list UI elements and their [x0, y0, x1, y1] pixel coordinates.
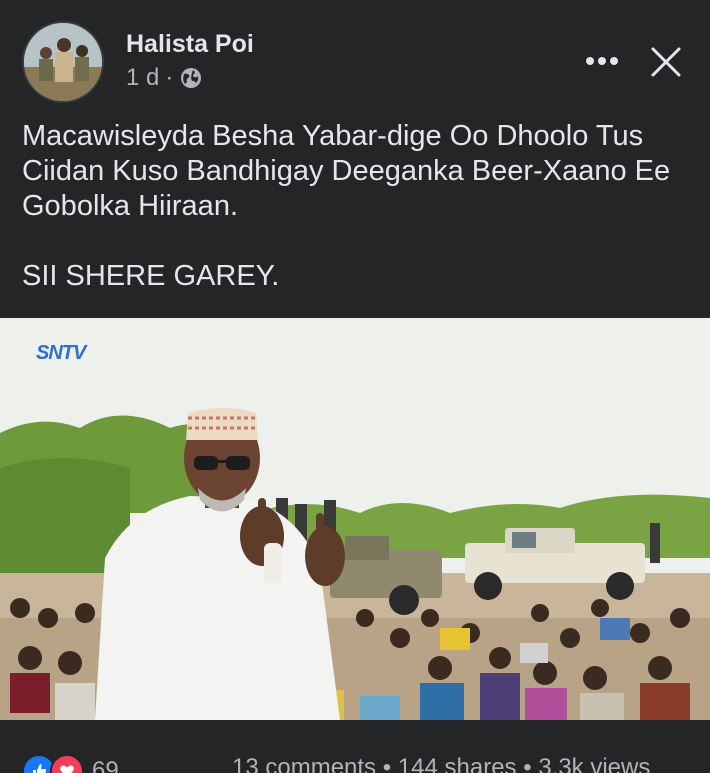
heart-icon	[60, 765, 74, 773]
post-text-footer: SII SHERE GAREY.	[22, 260, 280, 292]
meta-separator: ·	[165, 64, 174, 91]
views-count: 3.3k views	[538, 754, 651, 773]
engagement-stats: 13 comments • 144 shares • 3.3k views	[232, 754, 650, 773]
avatar[interactable]	[22, 21, 104, 103]
post-meta: 1 d ·	[126, 64, 203, 92]
reactions-summary[interactable]: 69	[22, 754, 119, 773]
love-reaction-icon	[50, 754, 84, 773]
post-text-line: Ciidan Kuso Bandhigay Deeganka Beer-Xaan…	[22, 155, 671, 187]
post-time[interactable]: 1 d	[126, 64, 159, 92]
sntv-watermark: SNTV	[36, 342, 86, 364]
more-options-button[interactable]	[578, 42, 626, 80]
post-text-line: Macawisleyda Besha Yabar-dige Oo Dhoolo …	[22, 120, 644, 152]
stats-separator: •	[382, 754, 392, 773]
more-dots-icon	[586, 57, 618, 65]
post-text: Macawisleyda Besha Yabar-dige Oo Dhoolo …	[22, 119, 692, 294]
shares-count[interactable]: 144 shares	[398, 754, 517, 773]
video-frame	[0, 318, 710, 720]
comments-count[interactable]: 13 comments	[232, 754, 376, 773]
close-icon	[651, 47, 681, 77]
close-button[interactable]	[644, 40, 688, 84]
post-text-line: Gobolka Hiiraan.	[22, 190, 238, 222]
post-card: Halista Poi 1 d · Macawisleyda Besha Yab…	[0, 0, 710, 773]
post-video[interactable]: SNTV	[0, 318, 710, 720]
avatar-photo	[24, 23, 102, 101]
thumbs-up-icon	[33, 764, 47, 773]
globe-icon	[181, 68, 202, 88]
author-name[interactable]: Halista Poi	[126, 30, 254, 59]
stats-separator: •	[523, 754, 532, 773]
reaction-count: 69	[92, 757, 119, 773]
post-footer: 69 13 comments • 144 shares • 3.3k views	[0, 744, 710, 773]
